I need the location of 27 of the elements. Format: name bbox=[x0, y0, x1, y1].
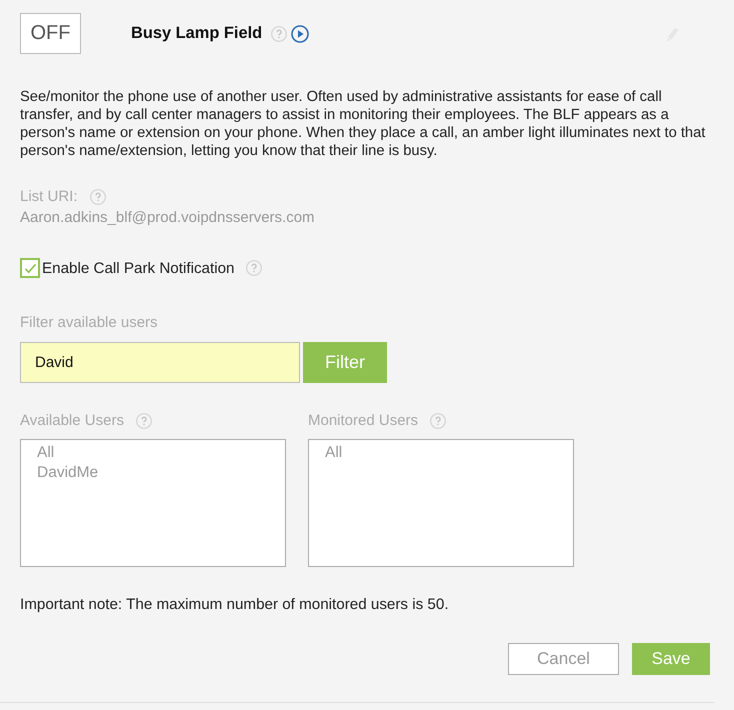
section-title: Busy Lamp Field bbox=[131, 24, 262, 43]
help-icon[interactable] bbox=[430, 413, 446, 429]
user-listbox[interactable]: All bbox=[308, 439, 574, 567]
filter-label: Filter available users bbox=[20, 314, 159, 332]
filter-input[interactable]: David bbox=[20, 342, 300, 383]
list-label: Monitored Users bbox=[308, 412, 418, 430]
filter-button[interactable]: Filter bbox=[303, 342, 387, 383]
list-uri-label: List URI: bbox=[20, 188, 78, 206]
play-icon[interactable] bbox=[291, 24, 310, 42]
list-label: Available Users bbox=[20, 412, 124, 430]
help-icon[interactable] bbox=[136, 413, 152, 429]
list-option[interactable]: All bbox=[325, 443, 342, 463]
help-icon[interactable] bbox=[246, 260, 262, 276]
checkbox[interactable] bbox=[20, 258, 40, 278]
on-off-toggle[interactable]: OFF bbox=[20, 13, 81, 54]
list-option[interactable]: DavidMe bbox=[37, 463, 98, 483]
help-icon[interactable] bbox=[271, 26, 288, 42]
important-note: Important note: The maximum number of monitored users is 50. bbox=[20, 596, 450, 614]
check-icon bbox=[24, 262, 36, 274]
cancel-button[interactable]: Cancel bbox=[508, 643, 619, 675]
description-text: See/monitor the phone use of another user. Often used by administrative assistants for ease of call transfer, and by call center managers to assist in monitoring their employees. The BLF appears as a person's name or extension on your phone. When they place a call, an amber light illuminates next to that person's name/extension, letting you know that their line is busy. bbox=[20, 88, 706, 160]
call-park-label[interactable]: Enable Call Park Notification bbox=[42, 260, 234, 276]
help-icon[interactable] bbox=[90, 189, 106, 205]
user-listbox[interactable]: All DavidMe bbox=[20, 439, 286, 567]
list-uri-value: Aaron.adkins_blf@prod.voipdnsservers.com bbox=[20, 209, 316, 227]
list-option[interactable]: All bbox=[37, 443, 54, 463]
save-button[interactable]: Save bbox=[632, 643, 710, 675]
